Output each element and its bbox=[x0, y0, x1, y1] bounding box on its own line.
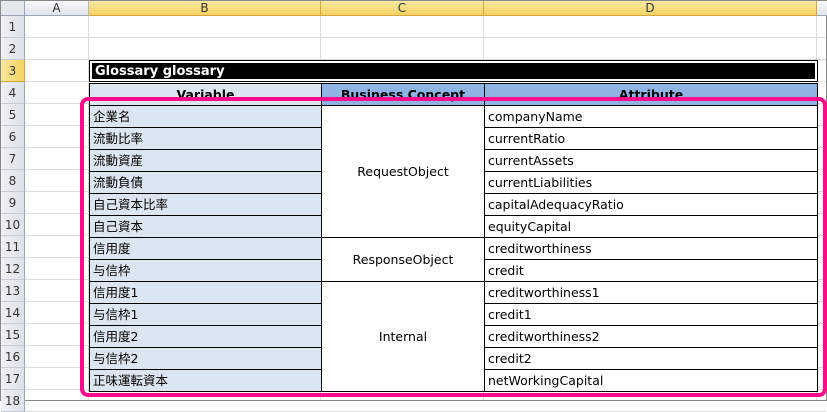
row-header-16[interactable]: 16 bbox=[1, 346, 25, 368]
row-header-9[interactable]: 9 bbox=[1, 192, 25, 214]
row-header-17[interactable]: 17 bbox=[1, 368, 25, 390]
column-header-C[interactable]: C bbox=[321, 1, 484, 16]
variable-cell[interactable]: 信用度1 bbox=[89, 281, 322, 304]
gridline-horizontal bbox=[25, 37, 826, 38]
column-header-A[interactable]: A bbox=[25, 1, 89, 16]
attribute-cell[interactable]: equityCapital bbox=[484, 215, 818, 238]
variable-cell[interactable]: 与信枠2 bbox=[89, 347, 322, 370]
variable-cell[interactable]: 与信枠1 bbox=[89, 303, 322, 326]
variable-cell[interactable]: 与信枠 bbox=[89, 259, 322, 282]
row-header-2[interactable]: 2 bbox=[1, 38, 25, 60]
attribute-cell[interactable]: companyName bbox=[484, 105, 818, 128]
attribute-cell[interactable]: creditworthiness bbox=[484, 237, 818, 260]
attribute-cell[interactable]: capitalAdequacyRatio bbox=[484, 193, 818, 216]
gridline-horizontal bbox=[25, 81, 826, 82]
row-header-15[interactable]: 15 bbox=[1, 324, 25, 346]
column-header-D[interactable]: D bbox=[484, 1, 817, 16]
variable-cell[interactable]: 流動負債 bbox=[89, 171, 322, 194]
attribute-cell[interactable]: currentAssets bbox=[484, 149, 818, 172]
attribute-cell[interactable]: credit1 bbox=[484, 303, 818, 326]
row-header-4[interactable]: 4 bbox=[1, 82, 25, 104]
row-header-1[interactable]: 1 bbox=[1, 16, 25, 38]
attribute-cell[interactable]: creditworthiness2 bbox=[484, 325, 818, 348]
select-all-button[interactable] bbox=[1, 1, 25, 16]
variable-cell[interactable]: 信用度 bbox=[89, 237, 322, 260]
attribute-cell[interactable]: currentRatio bbox=[484, 127, 818, 150]
row-header-5[interactable]: 5 bbox=[1, 104, 25, 126]
attribute-cell[interactable]: creditworthiness1 bbox=[484, 281, 818, 304]
header-variable[interactable]: Variable bbox=[89, 83, 322, 106]
row-header-8[interactable]: 8 bbox=[1, 170, 25, 192]
gridline-horizontal bbox=[25, 59, 826, 60]
variable-cell[interactable]: 自己資本 bbox=[89, 215, 322, 238]
row-header-12[interactable]: 12 bbox=[1, 258, 25, 280]
table-title[interactable]: Glossary glossary bbox=[89, 60, 818, 82]
row-header-3[interactable]: 3 bbox=[1, 60, 25, 82]
variable-cell[interactable]: 流動比率 bbox=[89, 127, 322, 150]
variable-cell[interactable]: 自己資本比率 bbox=[89, 193, 322, 216]
row-header-14[interactable]: 14 bbox=[1, 302, 25, 324]
variable-cell[interactable]: 正味運転資本 bbox=[89, 369, 322, 392]
attribute-cell[interactable]: netWorkingCapital bbox=[484, 369, 818, 392]
header-attribute[interactable]: Attribute bbox=[484, 83, 818, 106]
attribute-cell[interactable]: credit2 bbox=[484, 347, 818, 370]
header-business-concept[interactable]: Business Concept bbox=[321, 83, 485, 106]
variable-cell[interactable]: 流動資産 bbox=[89, 149, 322, 172]
row-header-13[interactable]: 13 bbox=[1, 280, 25, 302]
business-concept-cell[interactable]: ResponseObject bbox=[321, 237, 485, 282]
row-header-11[interactable]: 11 bbox=[1, 236, 25, 258]
row-header-10[interactable]: 10 bbox=[1, 214, 25, 236]
row-header-18[interactable]: 18 bbox=[1, 390, 25, 412]
business-concept-cell[interactable]: RequestObject bbox=[321, 105, 485, 238]
column-header-B[interactable]: B bbox=[89, 1, 321, 16]
attribute-cell[interactable]: currentLiabilities bbox=[484, 171, 818, 194]
business-concept-cell[interactable]: Internal bbox=[321, 281, 485, 392]
attribute-cell[interactable]: credit bbox=[484, 259, 818, 282]
row-header-6[interactable]: 6 bbox=[1, 126, 25, 148]
row-header-7[interactable]: 7 bbox=[1, 148, 25, 170]
variable-cell[interactable]: 企業名 bbox=[89, 105, 322, 128]
variable-cell[interactable]: 信用度2 bbox=[89, 325, 322, 348]
column-header-end bbox=[817, 1, 827, 16]
